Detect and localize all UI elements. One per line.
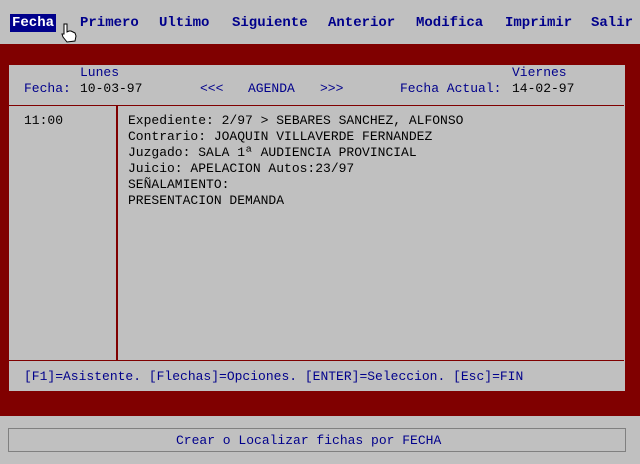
header-divider [8, 105, 624, 106]
entry-descripcion: PRESENTACION DEMANDA [128, 193, 285, 208]
menu-ultimo[interactable]: Ultimo [159, 14, 209, 32]
fecha-value[interactable]: 10-03-97 [80, 81, 142, 96]
menu-fecha[interactable]: Fecha [10, 14, 57, 32]
menu-bar: Fecha Primero Ultimo Siguiente Anterior … [0, 0, 640, 44]
next-week-button[interactable]: >>> [320, 81, 343, 96]
agenda-title: AGENDA [248, 81, 295, 96]
menu-imprimir[interactable]: Imprimir [505, 14, 572, 32]
menu-modifica[interactable]: Modifica [416, 14, 483, 32]
entry-contrario: Contrario: JOAQUIN VILLAVERDE FERNANDEZ [128, 129, 433, 144]
entry-expediente: Expediente: 2/97 > SEBARES SANCHEZ, ALFO… [128, 113, 464, 128]
entry-time[interactable]: 11:00 [24, 113, 63, 128]
status-text: Crear o Localizar fichas por FECHA [176, 433, 442, 448]
help-line: [F1]=Asistente. [Flechas]=Opciones. [ENT… [24, 369, 524, 384]
menu-salir[interactable]: Salir [591, 14, 633, 32]
fecha-label: Fecha: [24, 81, 71, 96]
time-column-divider [116, 106, 118, 360]
menu-siguiente[interactable]: Siguiente [232, 14, 308, 32]
fecha-actual-value: 14-02-97 [512, 81, 575, 96]
menu-anterior[interactable]: Anterior [328, 14, 395, 32]
hand-cursor-icon [61, 23, 77, 43]
right-day-label: Viernes [512, 65, 567, 80]
prev-week-button[interactable]: <<< [200, 81, 223, 96]
left-day-label: Lunes [80, 65, 120, 80]
menu-primero[interactable]: Primero [80, 14, 139, 32]
footer-divider [8, 360, 624, 361]
entry-senalamiento: SEÑALAMIENTO: [128, 177, 230, 192]
entry-juicio: Juicio: APELACION Autos:23/97 [128, 161, 355, 176]
fecha-actual-label: Fecha Actual: [400, 81, 502, 96]
entry-juzgado: Juzgado: SALA 1ª AUDIENCIA PROVINCIAL [128, 145, 417, 160]
